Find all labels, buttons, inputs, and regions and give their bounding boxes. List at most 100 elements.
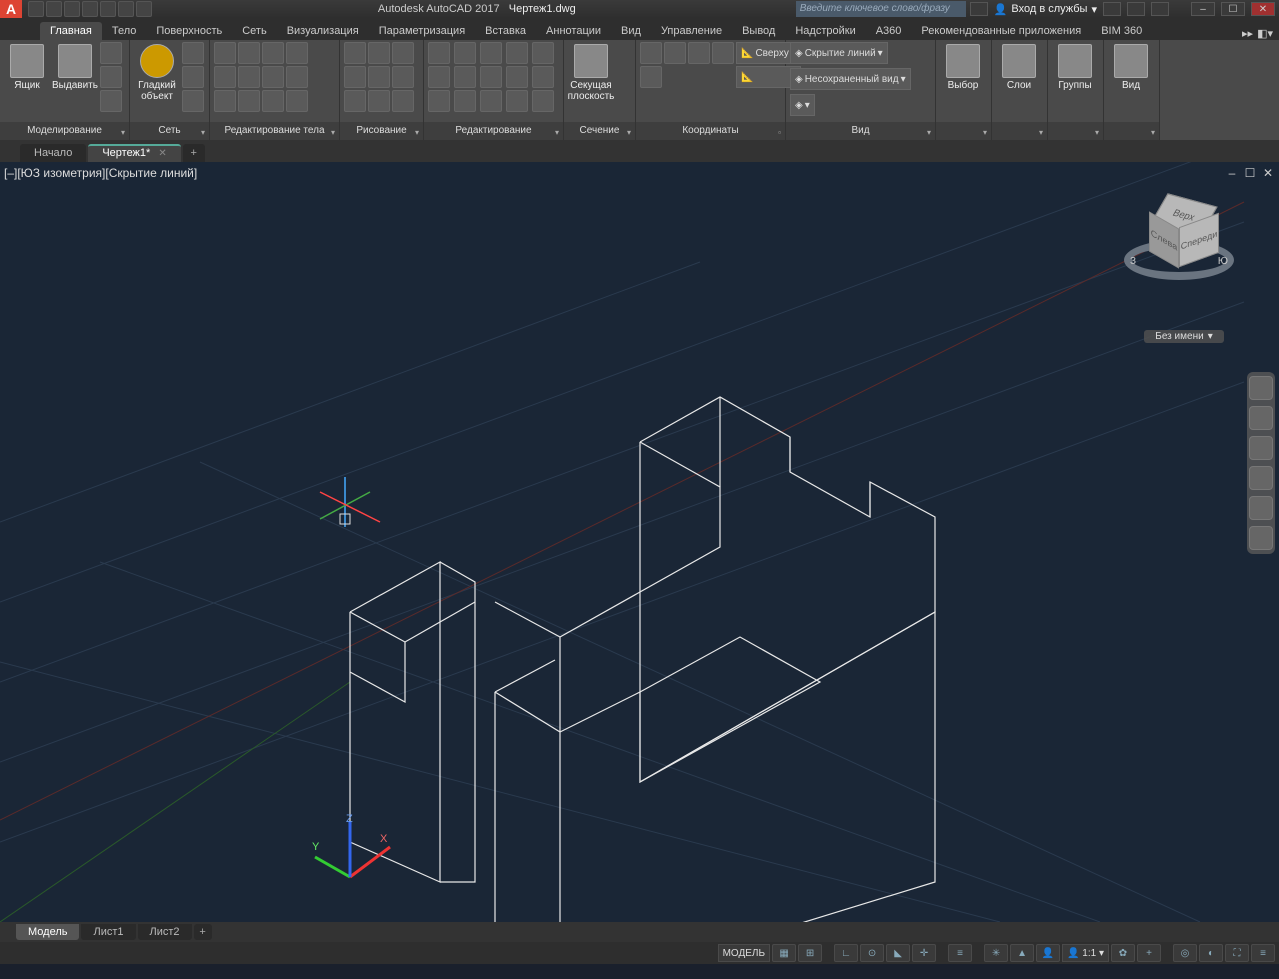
panel-title[interactable]: Редактирование тела▾ [210,122,339,140]
panel-title[interactable]: ▾ [1048,122,1103,140]
close-button[interactable]: ✕ [1251,2,1275,16]
se-btn[interactable] [286,90,308,112]
vp-close-icon[interactable]: ✕ [1261,166,1275,180]
smooth-object-button[interactable]: Гладкий объект [134,42,180,102]
layout-tab-model[interactable]: Модель [16,924,79,940]
add-tab-button[interactable]: + [183,144,205,162]
minimize-button[interactable]: – [1191,2,1215,16]
close-tab-icon[interactable]: ✕ [158,148,166,159]
draw-btn[interactable] [368,90,390,112]
ucs-btn[interactable] [664,42,686,64]
draw-btn[interactable] [344,90,366,112]
mod-btn[interactable] [428,66,450,88]
se-btn[interactable] [238,66,260,88]
mod-btn[interactable] [454,66,476,88]
mesh-btn-3[interactable] [182,90,204,112]
nav-options-icon[interactable] [1249,526,1273,550]
ribbon-tab[interactable]: Главная [40,22,102,40]
search-input[interactable]: Введите ключевое слово/фразу [796,1,966,17]
ribbon-options-icon[interactable]: ◧▾ [1257,27,1273,40]
snap-toggle-icon[interactable]: ⊞ [798,944,822,962]
draw-btn[interactable] [344,66,366,88]
draw-btn[interactable] [344,42,366,64]
vp-maximize-icon[interactable]: ☐ [1243,166,1257,180]
se-btn[interactable] [286,42,308,64]
ribbon-tab[interactable]: Вывод [732,22,785,40]
ribbon-tab[interactable]: Управление [651,22,732,40]
osnap-toggle-icon[interactable]: ✛ [912,944,936,962]
draw-btn[interactable] [392,90,414,112]
groups-button[interactable]: Группы [1052,42,1098,91]
hardware-accel-icon[interactable]: ◐ [1199,944,1223,962]
se-btn[interactable] [214,66,236,88]
qat-open-icon[interactable] [46,1,62,17]
extrude-button[interactable]: Выдавить [52,42,98,91]
a360-icon[interactable] [1127,2,1145,16]
ucs-btn[interactable] [712,42,734,64]
infocenter-icon[interactable] [970,2,988,16]
mesh-btn-2[interactable] [182,66,204,88]
file-tab-drawing[interactable]: Чертеж1*✕ [88,144,180,162]
ucs-btn[interactable] [688,42,710,64]
mod-btn[interactable] [532,42,554,64]
ucs-name-label[interactable]: Без имени▾ [1144,330,1224,343]
qat-saveas-icon[interactable] [82,1,98,17]
mod-btn[interactable] [506,42,528,64]
fullnav-wheel-icon[interactable] [1249,376,1273,400]
showmotion-icon[interactable] [1249,496,1273,520]
ucs-icon[interactable]: X Y Z [312,813,390,877]
mod-btn[interactable] [480,66,502,88]
draw-btn[interactable] [392,66,414,88]
mod-btn[interactable] [480,90,502,112]
gizmo-icon[interactable]: ✳ [984,944,1008,962]
visual-style-dropdown[interactable]: ◈Скрытие линий▾ [790,42,888,64]
customize-icon[interactable]: ≡ [1251,944,1275,962]
panel-title[interactable]: ▾ [936,122,991,140]
file-tab-start[interactable]: Начало [20,144,86,162]
pan-icon[interactable] [1249,406,1273,430]
ribbon-tab[interactable]: Рекомендованные приложения [911,22,1091,40]
vp-minimize-icon[interactable]: – [1225,166,1239,180]
mod-btn[interactable] [454,90,476,112]
ribbon-tab[interactable]: Сеть [232,22,276,40]
mod-btn[interactable] [480,42,502,64]
viewcube[interactable]: З Ю Верх Слева Спереди Без имени▾ [1119,190,1249,340]
help-icon[interactable] [1151,2,1169,16]
presspull-button[interactable] [100,66,122,88]
view-button[interactable]: Вид [1108,42,1154,91]
mod-btn[interactable] [532,90,554,112]
qat-new-icon[interactable] [28,1,44,17]
drawing-viewport[interactable]: X Y Z [–][ЮЗ изометрия][Скрытие линий] –… [0,162,1279,922]
qat-plot-icon[interactable] [100,1,116,17]
drawing-canvas[interactable]: X Y Z [0,162,1279,922]
se-btn[interactable] [214,42,236,64]
signin-button[interactable]: 👤Вход в службы▾ [994,3,1097,16]
mod-btn[interactable] [532,66,554,88]
grid-toggle-icon[interactable]: ▦ [772,944,796,962]
layout-tab-sheet2[interactable]: Лист2 [138,924,192,940]
panel-title[interactable]: Моделирование▾ [0,122,129,140]
qat-undo-icon[interactable] [118,1,134,17]
ribbon-tab[interactable]: Параметризация [369,22,475,40]
mod-btn[interactable] [428,42,450,64]
mesh-btn-1[interactable] [182,42,204,64]
status-model-button[interactable]: МОДЕЛЬ [718,944,770,962]
zoom-icon[interactable] [1249,436,1273,460]
section-plane-button[interactable]: Секущая плоскость [568,42,614,102]
se-btn[interactable] [286,66,308,88]
settings-icon[interactable]: ✿ [1111,944,1135,962]
mod-btn[interactable] [506,66,528,88]
draw-btn[interactable] [368,42,390,64]
panel-title[interactable]: Рисование▾ [340,122,423,140]
panel-title[interactable]: Вид▾ [786,122,935,140]
panel-title[interactable]: ▾ [1104,122,1159,140]
ribbon-tab[interactable]: Вставка [475,22,536,40]
qat-save-icon[interactable] [64,1,80,17]
ribbon-tab[interactable]: Надстройки [785,22,865,40]
app-logo[interactable]: A [0,0,22,18]
ucs-btn[interactable] [640,42,662,64]
filter-icon[interactable]: ▲ [1010,944,1034,962]
ribbon-tab[interactable]: Аннотации [536,22,611,40]
mod-btn[interactable] [454,42,476,64]
saved-view-dropdown[interactable]: ◈Несохраненный вид▾ [790,68,911,90]
